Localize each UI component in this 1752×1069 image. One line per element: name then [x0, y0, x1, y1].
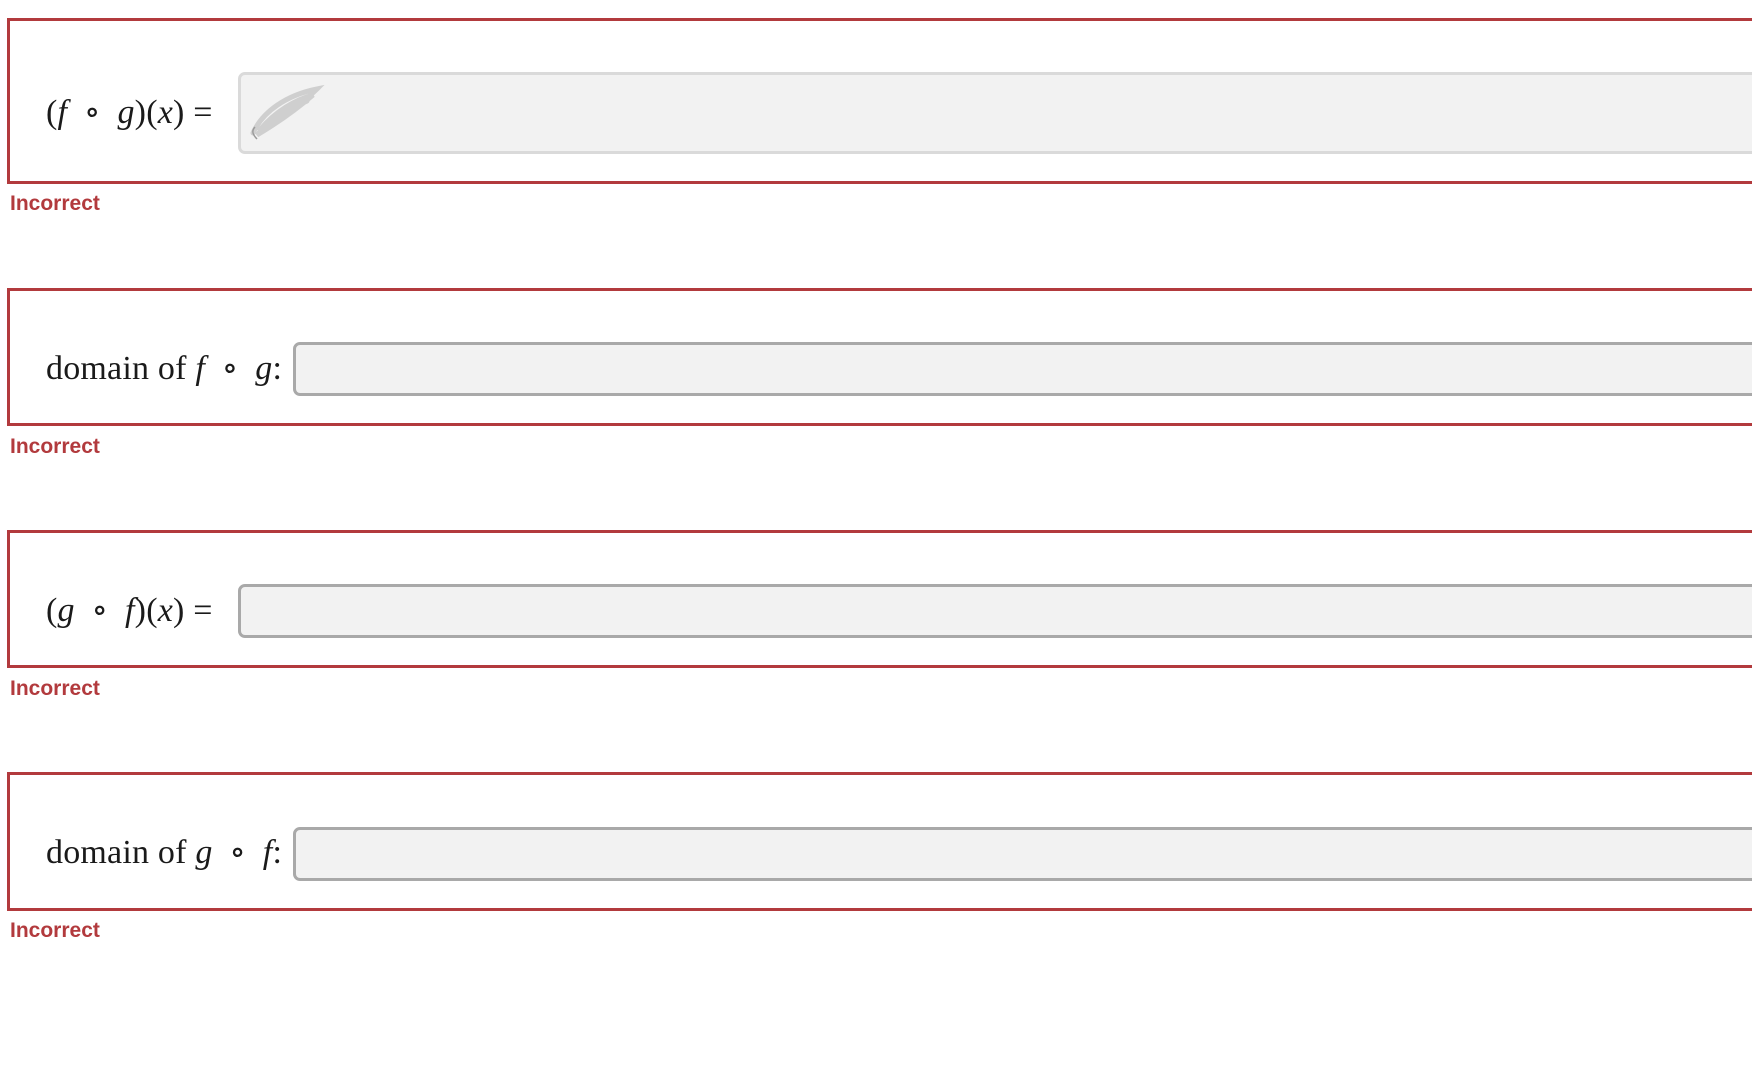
label-text: ) =	[173, 592, 213, 629]
label-var: g	[255, 350, 273, 387]
question-fog: (f ∘ g)(x) =	[7, 18, 1752, 184]
label-var: f	[195, 350, 205, 387]
label-text: )(	[134, 94, 158, 131]
question-domain-gof: domain of g ∘ f:	[7, 772, 1752, 911]
compose-operator: ∘	[212, 350, 248, 387]
label-text: ) =	[173, 94, 213, 131]
pencil-scribble-icon	[250, 84, 325, 140]
label-var: g	[57, 592, 75, 629]
question-label-domain-fog: domain of f ∘ g:	[46, 348, 282, 388]
compose-operator: ∘	[75, 94, 110, 131]
label-text: :	[272, 350, 283, 387]
feedback-domain-fog: Incorrect	[10, 435, 100, 458]
answer-input-gof[interactable]	[238, 584, 1752, 638]
feedback-fog: Incorrect	[10, 192, 100, 215]
label-text: (	[46, 94, 58, 131]
question-domain-fog: domain of f ∘ g:	[7, 288, 1752, 426]
compose-operator: ∘	[220, 834, 255, 871]
label-var: g	[117, 94, 135, 131]
answer-input-domain-gof[interactable]	[293, 827, 1752, 881]
label-var: x	[157, 94, 174, 131]
answer-input-fog[interactable]	[238, 72, 1752, 154]
label-var: f	[262, 834, 273, 871]
compose-operator: ∘	[82, 592, 118, 629]
label-text: domain of	[46, 350, 196, 387]
feedback-domain-gof: Incorrect	[10, 919, 100, 942]
label-var: x	[157, 592, 174, 629]
question-gof: (g ∘ f)(x) =	[7, 530, 1752, 668]
label-text: )(	[134, 592, 158, 629]
answer-input-domain-fog[interactable]	[293, 342, 1752, 396]
feedback-gof: Incorrect	[10, 677, 100, 700]
label-var: f	[57, 94, 68, 131]
label-var: g	[195, 834, 213, 871]
question-label-domain-gof: domain of g ∘ f:	[46, 832, 282, 872]
label-text: domain of	[46, 834, 196, 871]
label-var: f	[125, 592, 135, 629]
label-text: :	[272, 834, 283, 871]
question-label-fog: (f ∘ g)(x) =	[46, 92, 213, 132]
label-text: (	[46, 592, 58, 629]
question-label-gof: (g ∘ f)(x) =	[46, 590, 213, 630]
